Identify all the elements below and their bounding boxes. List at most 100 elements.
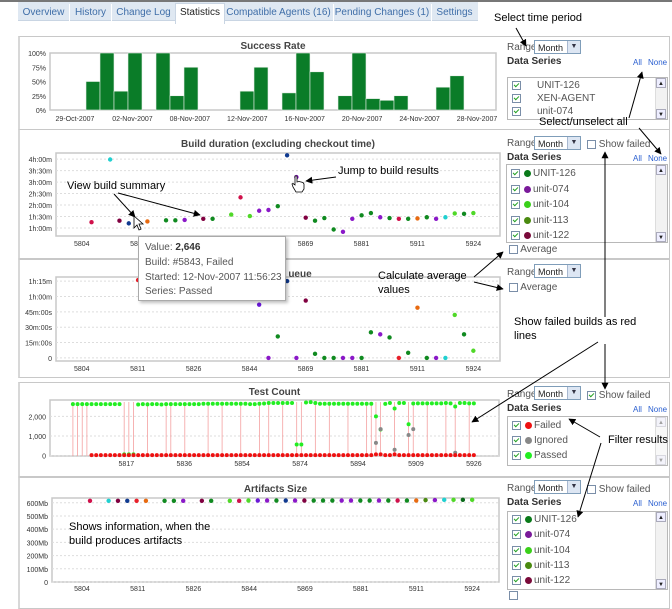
series-item[interactable]: UNIT-126 [511,168,576,180]
range-select[interactable]: Month ▼ [534,40,581,54]
checkbox[interactable] [512,514,521,524]
scrollbar[interactable]: ▲ ▼ [655,165,667,242]
data-point-passed [220,401,225,406]
series-item[interactable]: unit-113 [512,560,569,572]
show-failed-checkbox[interactable]: Show failed [587,390,650,401]
average-checkbox[interactable]: Average [509,282,557,293]
bar [337,95,353,111]
range-select[interactable]: Month ▼ [534,264,581,278]
series-item[interactable]: Passed [512,450,567,462]
series-item[interactable]: Ignored [512,435,568,447]
tab-change-log[interactable]: Change Log [112,4,176,22]
data-point-failed [383,453,388,458]
checkbox[interactable] [511,215,520,225]
data-point-passed [243,401,248,406]
scroll-down-icon[interactable]: ▼ [656,455,666,465]
scroll-down-icon[interactable]: ▼ [656,579,666,589]
scroll-up-icon[interactable]: ▲ [656,78,666,88]
series-item[interactable]: UNIT-126 [512,80,580,92]
data-point-failed [187,453,192,458]
checkbox[interactable] [509,244,518,254]
series-item[interactable]: unit-074 [512,529,570,541]
range-value: Month [538,43,564,53]
series-item[interactable]: unit-104 [511,199,569,211]
select-all-link[interactable]: All [633,154,642,163]
tooltip-started: Started: 12-Nov-2007 11:56:23 [145,272,282,283]
bar [379,100,395,111]
data-point-passed [304,400,309,405]
select-none-link[interactable]: None [648,499,667,508]
checkbox[interactable] [512,93,521,103]
select-all-link[interactable]: All [633,405,642,414]
tab-statistics[interactable]: Statistics [175,3,225,24]
series-item[interactable]: Failed [512,420,561,432]
chevron-down-icon[interactable]: ▼ [567,265,580,277]
tab-overview[interactable]: Overview [18,4,70,22]
chevron-down-icon[interactable]: ▼ [567,41,580,53]
chevron-down-icon[interactable]: ▼ [567,481,580,493]
checkbox[interactable] [509,590,518,600]
scroll-up-icon[interactable]: ▲ [656,417,666,427]
checkbox[interactable] [512,545,521,555]
series-item[interactable]: XEN-AGENT [512,93,595,105]
tab-compatible-agents[interactable]: Compatible Agents (16) [224,4,334,22]
checkbox[interactable] [509,282,518,292]
checkbox[interactable] [587,484,596,494]
select-all-link[interactable]: All [633,58,642,67]
checkbox[interactable] [511,184,520,194]
checkbox[interactable] [512,575,521,585]
show-failed-checkbox[interactable]: Show failed [587,139,650,150]
data-point-passed [182,402,187,407]
scroll-up-icon[interactable]: ▲ [656,512,666,522]
data-point-failed [117,453,122,458]
select-none-link[interactable]: None [648,58,667,67]
show-failed-checkbox[interactable]: Show failed [587,484,650,495]
series-item[interactable]: unit-122 [512,575,570,587]
x-tick-label: 08-Nov-2007 [170,116,211,123]
checkbox[interactable] [511,230,520,240]
checkbox[interactable] [511,199,520,209]
scroll-down-icon[interactable]: ▼ [656,232,666,242]
checkbox[interactable] [512,420,521,430]
range-select[interactable]: Month ▼ [534,480,581,494]
chevron-down-icon[interactable]: ▼ [567,137,580,149]
scrollbar[interactable]: ▲ ▼ [655,512,667,589]
checkbox[interactable] [587,139,596,149]
scrollbar[interactable]: ▲ ▼ [655,78,667,119]
checkbox[interactable] [512,560,521,570]
average-checkbox[interactable]: Average [509,244,557,255]
checkbox[interactable] [512,106,521,116]
data-point-failed [182,453,187,458]
average-checkbox[interactable] [509,590,518,601]
series-item[interactable]: unit-104 [512,545,570,557]
checkbox[interactable] [512,529,521,539]
bar [239,90,255,111]
checkbox[interactable] [512,450,521,460]
range-select[interactable]: Month ▼ [534,136,581,150]
series-item[interactable]: unit-113 [511,215,568,227]
checkbox[interactable] [512,435,521,445]
data-point [182,217,187,223]
data-point-failed [355,453,360,458]
select-all-link[interactable]: All [633,499,642,508]
y-tick-label: 1h:00m [29,226,53,233]
series-item[interactable]: unit-122 [511,230,569,242]
data-point [322,215,327,221]
tab-pending-changes[interactable]: Pending Changes (1) [333,4,432,22]
select-none-link[interactable]: None [648,405,667,414]
series-item[interactable]: UNIT-126 [512,514,577,526]
series-item[interactable]: unit-074 [511,184,569,196]
checkbox[interactable] [511,168,520,178]
tab-settings[interactable]: Settings [431,4,479,22]
x-tick-label: 28-Nov-2007 [457,116,498,123]
checkbox[interactable] [512,80,521,90]
range-select[interactable]: Month ▼ [534,386,581,400]
x-tick-label: 5811 [130,586,145,593]
tab-history[interactable]: History [70,4,112,22]
scroll-down-icon[interactable]: ▼ [656,109,666,119]
data-point-passed [276,400,281,405]
checkbox[interactable] [587,390,596,400]
select-none-link[interactable]: None [648,154,667,163]
chevron-down-icon[interactable]: ▼ [567,387,580,399]
scroll-up-icon[interactable]: ▲ [656,165,666,175]
